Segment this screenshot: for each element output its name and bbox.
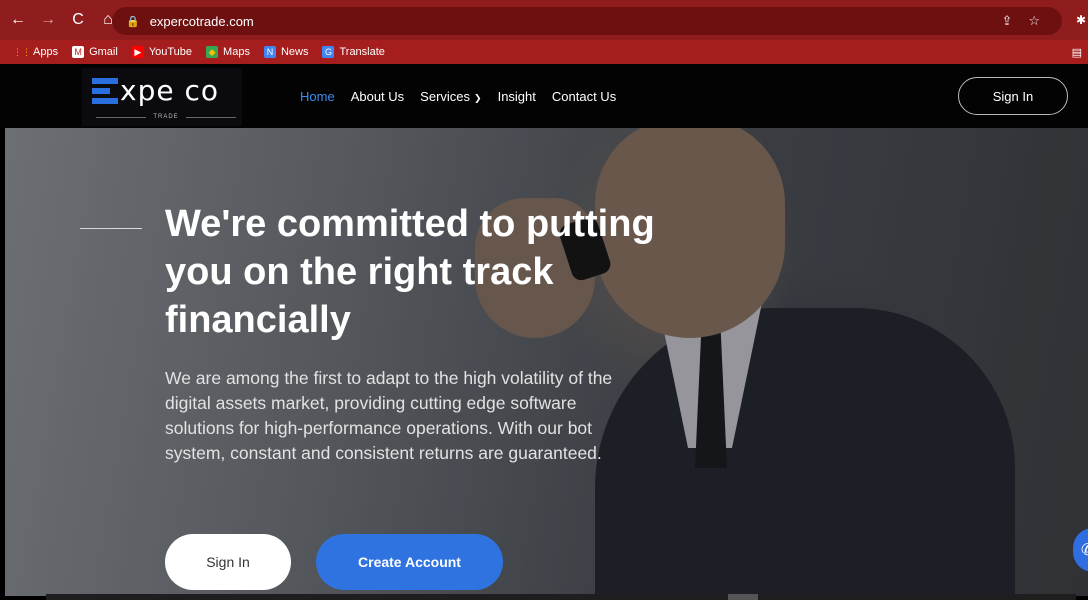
logo-text: xpe co — [120, 74, 219, 107]
bookmark-star-icon[interactable]: ☆ — [1028, 13, 1040, 29]
youtube-icon: ▶ — [131, 46, 144, 58]
create-account-button[interactable]: Create Account — [316, 534, 503, 590]
url-text: expercotrade.com — [149, 13, 254, 29]
maps-icon: ◆ — [206, 46, 219, 58]
hero-description: We are among the first to adapt to the h… — [165, 368, 613, 463]
translate-icon: G — [322, 46, 335, 58]
bookmark-youtube[interactable]: ▶ YouTube — [131, 46, 192, 58]
logo-e-mark-icon — [92, 78, 118, 104]
share-icon[interactable]: ⇪ — [1001, 13, 1012, 29]
hero-overlay — [5, 128, 1088, 596]
browser-toolbar: ← → C ⌂ 🔒 expercotrade.com ⇪ ☆ ✱ — [0, 0, 1088, 40]
reading-list-icon[interactable]: ▤ — [1072, 46, 1088, 59]
lock-icon: 🔒 — [126, 15, 140, 28]
bookmarks-bar: ⋮⋮ Apps M Gmail ▶ YouTube ◆ Maps N News … — [0, 40, 1088, 64]
hero-sign-in-button[interactable]: Sign In — [165, 534, 291, 590]
bookmark-translate[interactable]: G Translate — [322, 46, 385, 58]
nav-insight[interactable]: Insight — [498, 89, 536, 104]
extensions-icon[interactable]: ✱ — [1076, 13, 1086, 27]
hero-decorative-line — [80, 228, 142, 229]
logo-subtitle: TRADE — [96, 114, 236, 120]
chevron-down-icon: ❯ — [474, 92, 482, 103]
header-sign-in-button[interactable]: Sign In — [958, 77, 1068, 115]
hero-section: We're committed to putting you on the ri… — [5, 128, 1088, 596]
reload-icon[interactable]: C — [66, 11, 90, 29]
bookmark-gmail[interactable]: M Gmail — [72, 46, 118, 58]
nav-contact-us[interactable]: Contact Us — [552, 89, 616, 104]
bookmark-apps[interactable]: ⋮⋮ Apps — [13, 46, 58, 58]
back-icon[interactable]: ← — [6, 11, 30, 29]
site-header: xpe co TRADE Home About Us Services ❯ Ins… — [0, 64, 1088, 128]
scrollbar-thumb[interactable] — [728, 594, 758, 600]
nav-about-us[interactable]: About Us — [351, 89, 404, 104]
nav-home[interactable]: Home — [300, 89, 335, 104]
gmail-icon: M — [72, 46, 85, 58]
site-logo[interactable]: xpe co TRADE — [82, 68, 242, 126]
nav-services[interactable]: Services ❯ — [420, 89, 481, 104]
apps-grid-icon: ⋮⋮ — [13, 46, 31, 57]
bookmark-news[interactable]: N News — [263, 46, 308, 58]
forward-icon[interactable]: → — [36, 11, 60, 29]
main-menu: Home About Us Services ❯ Insight Contact … — [300, 64, 616, 128]
address-bar[interactable]: 🔒 expercotrade.com ⇪ ☆ — [112, 7, 1062, 35]
news-icon: N — [263, 46, 276, 58]
bookmark-maps[interactable]: ◆ Maps — [206, 46, 250, 58]
horizontal-scrollbar[interactable] — [46, 594, 1076, 600]
hero-title: We're committed to putting you on the ri… — [165, 203, 655, 341]
